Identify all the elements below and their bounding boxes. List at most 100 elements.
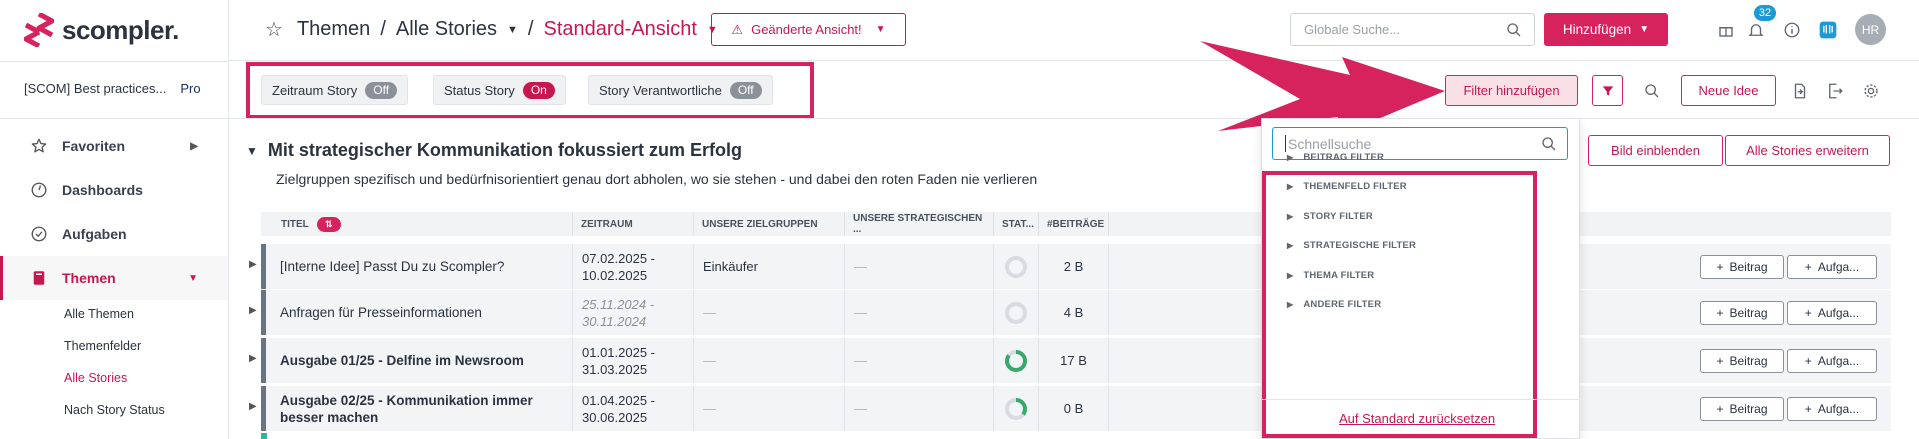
add-task-label: Aufga... — [1817, 260, 1860, 274]
gift-icon[interactable] — [1716, 20, 1736, 40]
sidebar-item-label: Themen — [62, 270, 116, 286]
sidebar-sub-alle-stories[interactable]: Alle Stories — [64, 371, 127, 385]
plus-icon: + — [1804, 306, 1812, 320]
filter-group-andere[interactable]: ▶ ANDERE FILTER — [1287, 299, 1381, 310]
new-idea-button[interactable]: Neue Idee — [1681, 75, 1776, 106]
sidebar-item-label: Dashboards — [62, 182, 143, 198]
add-task-button[interactable]: + Aufga... — [1787, 349, 1877, 373]
cell-period: 01.01.2025 -31.03.2025 — [572, 338, 693, 383]
add-task-button[interactable]: + Aufga... — [1787, 397, 1877, 421]
expand-row-icon[interactable]: ▶ — [249, 401, 257, 412]
toggle-status-story[interactable]: Status Story On — [433, 75, 566, 105]
breadcrumb-alle-stories[interactable]: Alle Stories — [396, 18, 497, 41]
sidebar-sub-nach-story-status[interactable]: Nach Story Status — [64, 403, 165, 417]
breadcrumb-themen[interactable]: Themen — [297, 18, 370, 41]
bell-icon[interactable] — [1746, 20, 1766, 40]
cell-post-count[interactable]: 4 B — [1038, 290, 1108, 335]
add-task-button[interactable]: + Aufga... — [1787, 255, 1877, 279]
add-post-label: Beitrag — [1729, 402, 1768, 416]
favorite-star-icon[interactable]: ☆ — [265, 17, 283, 42]
sidebar-item-aufgaben[interactable]: Aufgaben — [0, 212, 228, 256]
add-task-button[interactable]: + Aufga... — [1787, 301, 1877, 325]
add-post-button[interactable]: + Beitrag — [1700, 397, 1784, 421]
view-selector[interactable]: Standard-Ansicht — [543, 18, 696, 41]
plus-icon: + — [1716, 402, 1724, 416]
filter-group-themenfeld[interactable]: ▶ THEMENFELD FILTER — [1287, 181, 1407, 192]
sidebar-item-dashboards[interactable]: Dashboards — [0, 168, 228, 212]
reset-to-default-link[interactable]: Auf Standard zurücksetzen — [1339, 411, 1495, 426]
section-subtitle: Zielgruppen spezifisch und bedürfnisorie… — [276, 171, 1038, 187]
filter-group-thema[interactable]: ▶ THEMA FILTER — [1287, 270, 1374, 281]
import-icon[interactable] — [1790, 81, 1810, 101]
expand-all-stories-button[interactable]: Alle Stories erweitern — [1725, 135, 1890, 166]
settings-gear-icon[interactable] — [1861, 81, 1881, 101]
add-post-button[interactable]: + Beitrag — [1700, 349, 1784, 373]
column-header-status[interactable]: STAT... — [993, 212, 1038, 236]
funnel-icon — [1602, 85, 1613, 96]
sort-icon[interactable]: ⇅ — [316, 216, 341, 232]
period-start: 01.04.2025 - — [582, 392, 656, 408]
changed-view-label: Geänderte Ansicht! — [751, 22, 862, 37]
toggle-story-verantwortliche[interactable]: Story Verantwortliche Off — [588, 75, 773, 105]
export-icon[interactable] — [1825, 81, 1845, 101]
expand-triangle-icon: ▶ — [1287, 182, 1294, 191]
status-donut-icon — [1005, 301, 1027, 324]
add-button[interactable]: Hinzufügen ▼ — [1544, 13, 1668, 46]
add-post-button[interactable]: + Beitrag — [1700, 301, 1784, 325]
info-icon[interactable] — [1782, 20, 1802, 40]
section-title[interactable]: ▼ Mit strategischer Kommunikation fokuss… — [246, 140, 742, 161]
column-header-zielgruppen[interactable]: UNSERE ZIELGRUPPEN — [693, 212, 844, 236]
table-search-button[interactable] — [1636, 75, 1667, 106]
workspace-selector[interactable]: [SCOM] Best practices... Pro — [24, 81, 201, 96]
filter-toggle-button[interactable] — [1592, 75, 1623, 106]
search-icon — [1507, 23, 1521, 37]
cell-title[interactable]: Ausgabe 01/25 - Delfine im Newsroom — [266, 338, 572, 383]
column-header-strategischen[interactable]: UNSERE STRATEGISCHEN ... — [844, 212, 993, 236]
cell-post-count[interactable]: 2 B — [1038, 244, 1108, 289]
changed-view-button[interactable]: ⚠ Geänderte Ansicht! ▼ — [711, 13, 906, 46]
filter-group-strategische[interactable]: ▶ STRATEGISCHE FILTER — [1287, 240, 1416, 251]
column-header-beitraege[interactable]: #BEITRÄGE — [1038, 212, 1108, 236]
expand-row-icon[interactable]: ▶ — [249, 305, 257, 316]
cell-strategic: — — [844, 290, 993, 335]
breadcrumb-separator: / — [527, 18, 534, 40]
expand-triangle-icon: ▶ — [1287, 300, 1294, 309]
cell-status — [993, 386, 1038, 431]
cell-title[interactable]: Ausgabe 02/25 - Kommunikation immer bess… — [266, 386, 572, 431]
sidebar-item-themen[interactable]: Themen ▼ — [0, 256, 228, 300]
filter-group-beitrag[interactable]: ▶ BEITRAG FILTER — [1287, 152, 1384, 163]
table-row[interactable]: ▶ Ausgabe 01/25 - Delfine im Newsroom 01.0… — [249, 338, 1891, 383]
sidebar-sub-alle-themen[interactable]: Alle Themen — [64, 307, 134, 321]
cell-title[interactable]: Anfragen für Presseinformationen — [266, 290, 572, 335]
toggle-zeitraum-story[interactable]: Zeitraum Story Off — [261, 75, 409, 105]
sidebar-item-favoriten[interactable]: Favoriten ▶ — [0, 124, 228, 168]
expand-row-icon[interactable]: ▶ — [249, 259, 257, 270]
add-filter-button[interactable]: Filter hinzufügen — [1445, 75, 1578, 106]
user-avatar[interactable]: HR — [1855, 14, 1886, 45]
column-header-titel[interactable]: TITEL ⇅ — [261, 212, 572, 236]
table-row[interactable]: ▶ Anfragen für Presseinformationen 25.11.2… — [249, 290, 1891, 335]
cell-post-count[interactable]: 0 B — [1038, 386, 1108, 431]
table-row[interactable]: ▶ Ausgabe 02/25 - Kommunikation immer bes… — [249, 386, 1891, 431]
filter-group-label: THEMA FILTER — [1303, 270, 1375, 281]
show-image-button[interactable]: Bild einblenden — [1588, 135, 1723, 166]
sidebar-sub-themenfelder[interactable]: Themenfelder — [64, 339, 141, 353]
add-task-label: Aufga... — [1817, 402, 1860, 416]
scompler-logo-icon — [24, 13, 54, 47]
logo[interactable]: scompler. — [24, 12, 179, 48]
period-end: 31.03.2025 — [582, 361, 648, 377]
add-post-button[interactable]: + Beitrag — [1700, 255, 1784, 279]
toggle-state: On — [522, 81, 555, 99]
filter-group-story[interactable]: ▶ STORY FILTER — [1287, 211, 1373, 222]
intercom-icon[interactable] — [1818, 20, 1838, 40]
table-row[interactable]: ▶ [Interne Idee] Passt Du zu Scompler? 07.… — [249, 244, 1891, 289]
expand-row-icon[interactable]: ▶ — [249, 353, 257, 364]
cell-post-count[interactable]: 17 B — [1038, 338, 1108, 383]
cell-title[interactable]: [Interne Idee] Passt Du zu Scompler? — [266, 244, 572, 289]
column-header-zeitraum[interactable]: ZEITRAUM — [572, 212, 693, 236]
filter-group-label: BEITRAG FILTER — [1303, 152, 1385, 163]
cell-target-groups: — — [693, 338, 844, 383]
period-start: 25.11.2024 - — [582, 296, 655, 312]
period-end: 30.06.2025 — [582, 409, 648, 425]
caret-down-icon[interactable]: ▼ — [507, 24, 518, 36]
